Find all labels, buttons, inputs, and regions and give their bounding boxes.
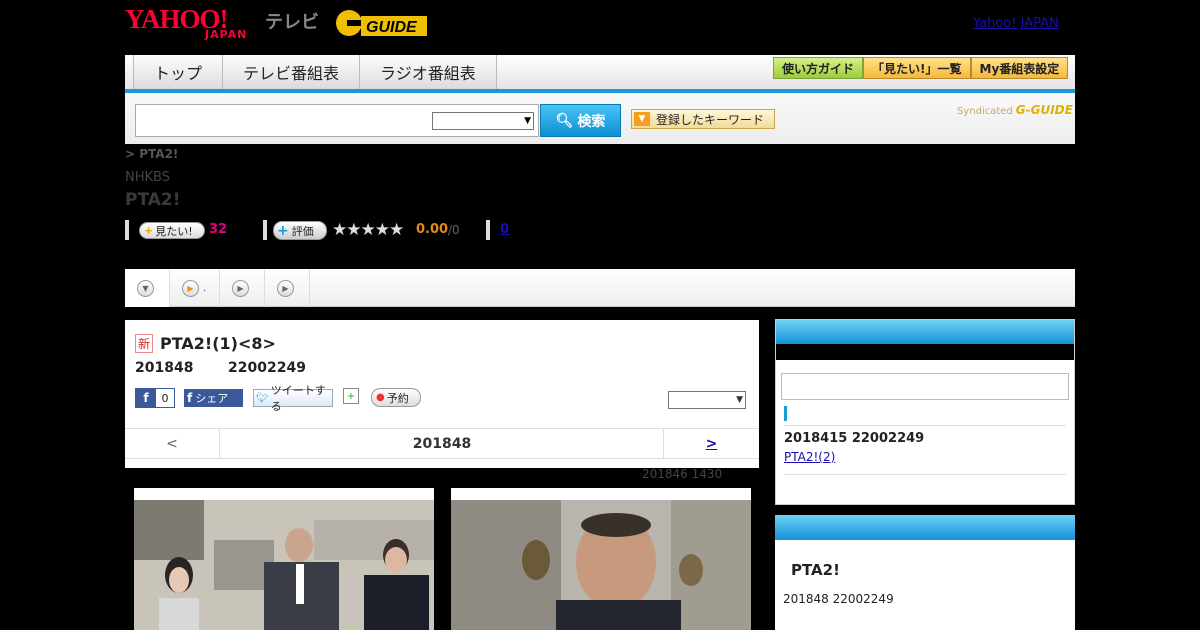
calendar-add-icon[interactable]: + xyxy=(343,388,359,404)
rating-count: /0 xyxy=(448,223,460,237)
updated-timestamp: 201846 1430 xyxy=(642,467,723,481)
sidebar-next-broadcast: 2018415 22002249 PTA2!(2) xyxy=(775,319,1075,505)
tab-2-dot: . xyxy=(203,282,207,294)
sidebar-program-info: PTA2! 201848 22002249 xyxy=(775,515,1075,630)
gguide-logo[interactable]: GUIDE xyxy=(335,8,433,38)
chevron-down-icon: ▼ xyxy=(524,116,531,126)
tab-1[interactable]: ▼ xyxy=(125,269,170,307)
chevron-down-icon: ▼ xyxy=(137,279,154,297)
tab-2[interactable]: ▶. xyxy=(170,269,220,307)
dropdown-arrow-icon: ▼ xyxy=(634,112,650,126)
star-rating: ★★★★★ xyxy=(332,220,404,240)
mitai-label: 見たい! xyxy=(155,224,193,238)
record-dot-icon: ● xyxy=(376,392,385,403)
channel-name: NHKBS xyxy=(125,170,170,185)
tweet-button[interactable]: 🐦︎ ツイートする xyxy=(253,384,333,413)
episode-photo-1[interactable] xyxy=(134,488,434,630)
review-count-link[interactable]: 0 xyxy=(500,222,509,237)
divider xyxy=(125,220,129,240)
yahoo-japan-link[interactable]: Yahoo! JAPAN xyxy=(973,16,1059,31)
tv-logo-text: テレビ xyxy=(265,12,319,33)
divider xyxy=(784,474,1066,475)
section-marker xyxy=(784,406,787,421)
next-episode-link[interactable]: PTA2!(2) xyxy=(784,450,835,464)
facebook-share-label: シェア xyxy=(195,392,229,405)
facebook-icon: f xyxy=(136,389,156,407)
chevron-down-icon: ▼ xyxy=(736,395,743,405)
search-button-label: 検索 xyxy=(577,113,606,130)
pager-prev[interactable]: < xyxy=(125,429,220,458)
rate-button[interactable]: + 評価 xyxy=(273,221,327,240)
episode-select[interactable]: ▼ xyxy=(668,391,746,409)
search-icon: 🔍︎ xyxy=(555,112,574,129)
twitter-bird-icon: 🐦︎ xyxy=(256,392,269,404)
sidebar-program-datetime: 201848 22002249 xyxy=(783,592,894,606)
divider xyxy=(263,220,267,240)
search-button[interactable]: 🔍︎ 検索 xyxy=(540,104,621,137)
new-badge: 新 xyxy=(135,334,153,353)
sidebar-subheader xyxy=(776,344,1074,360)
episode-date: 201848 xyxy=(135,360,194,376)
plus-icon: + xyxy=(277,222,289,239)
registered-keywords-button[interactable]: ▼ 登録したキーワード xyxy=(631,109,775,129)
mitai-button[interactable]: + 見たい! xyxy=(139,222,205,239)
my-schedule-settings-button[interactable]: My番組表設定 xyxy=(970,57,1069,79)
program-tabs: ▼ ▶. ▶ ▶ xyxy=(125,269,1075,307)
facebook-like-button[interactable]: f 0 xyxy=(135,388,175,408)
tab-3[interactable]: ▶ xyxy=(220,269,265,307)
divider xyxy=(784,425,1066,426)
sidebar-header xyxy=(776,320,1074,344)
pager-current: 201848 xyxy=(412,435,472,452)
pager-next[interactable]: > xyxy=(663,429,759,458)
plus-icon: + xyxy=(144,224,154,237)
nav-utility-buttons: 使い方ガイド 「見たい!」一覧 My番組表設定 xyxy=(773,57,1069,79)
rating-score: 0.00 xyxy=(416,222,449,237)
sidebar-program-title: PTA2! xyxy=(791,561,840,579)
usage-guide-button[interactable]: 使い方ガイド xyxy=(773,57,864,79)
play-icon: ▶ xyxy=(277,279,294,297)
syndicated-brand: G-GUIDE xyxy=(1015,103,1073,117)
search-category-select[interactable]: ▼ xyxy=(432,112,534,130)
facebook-share-button[interactable]: f シェア xyxy=(184,389,243,407)
episode-title: PTA2!(1)<8> xyxy=(160,334,276,353)
registered-keywords-label: 登録したキーワード xyxy=(656,112,765,127)
mitai-count: 32 xyxy=(209,222,228,237)
yahoo-japan-logo-text: JAPAN xyxy=(205,28,248,41)
nav-tab-tv-schedule[interactable]: テレビ番組表 xyxy=(222,55,361,89)
divider xyxy=(486,220,490,240)
rate-label: 評価 xyxy=(291,224,314,238)
episode-time: 22002249 xyxy=(228,360,306,376)
reserve-label: 予約 xyxy=(386,391,409,405)
program-title: PTA2! xyxy=(125,190,181,210)
reserve-button[interactable]: ● 予約 xyxy=(371,388,421,407)
svg-text:GUIDE: GUIDE xyxy=(366,19,418,36)
syndicated-text: Syndicated xyxy=(957,106,1013,117)
facebook-like-count: 0 xyxy=(161,391,169,405)
play-icon: ▶ xyxy=(182,279,199,297)
next-broadcast-date: 2018415 22002249 xyxy=(784,431,925,446)
sidebar-search-field[interactable] xyxy=(781,373,1069,400)
sidebar-header xyxy=(775,515,1075,540)
breadcrumb: > PTA2! xyxy=(125,147,179,161)
global-nav-tabs: トップ テレビ番組表 ラジオ番組表 xyxy=(133,55,497,89)
tweet-label: ツイートする xyxy=(270,384,326,413)
tab-4[interactable]: ▶ xyxy=(265,269,310,307)
episode-photo-2[interactable] xyxy=(451,488,751,630)
facebook-icon: f xyxy=(187,391,193,405)
mitai-list-button[interactable]: 「見たい!」一覧 xyxy=(863,57,971,79)
nav-tab-top[interactable]: トップ xyxy=(133,55,224,89)
syndicated-gguide-logo: Syndicated G-GUIDE xyxy=(957,103,1073,117)
play-icon: ▶ xyxy=(232,279,249,297)
episode-pager: < 201848 > xyxy=(125,428,759,459)
nav-tab-radio-schedule[interactable]: ラジオ番組表 xyxy=(359,55,497,89)
